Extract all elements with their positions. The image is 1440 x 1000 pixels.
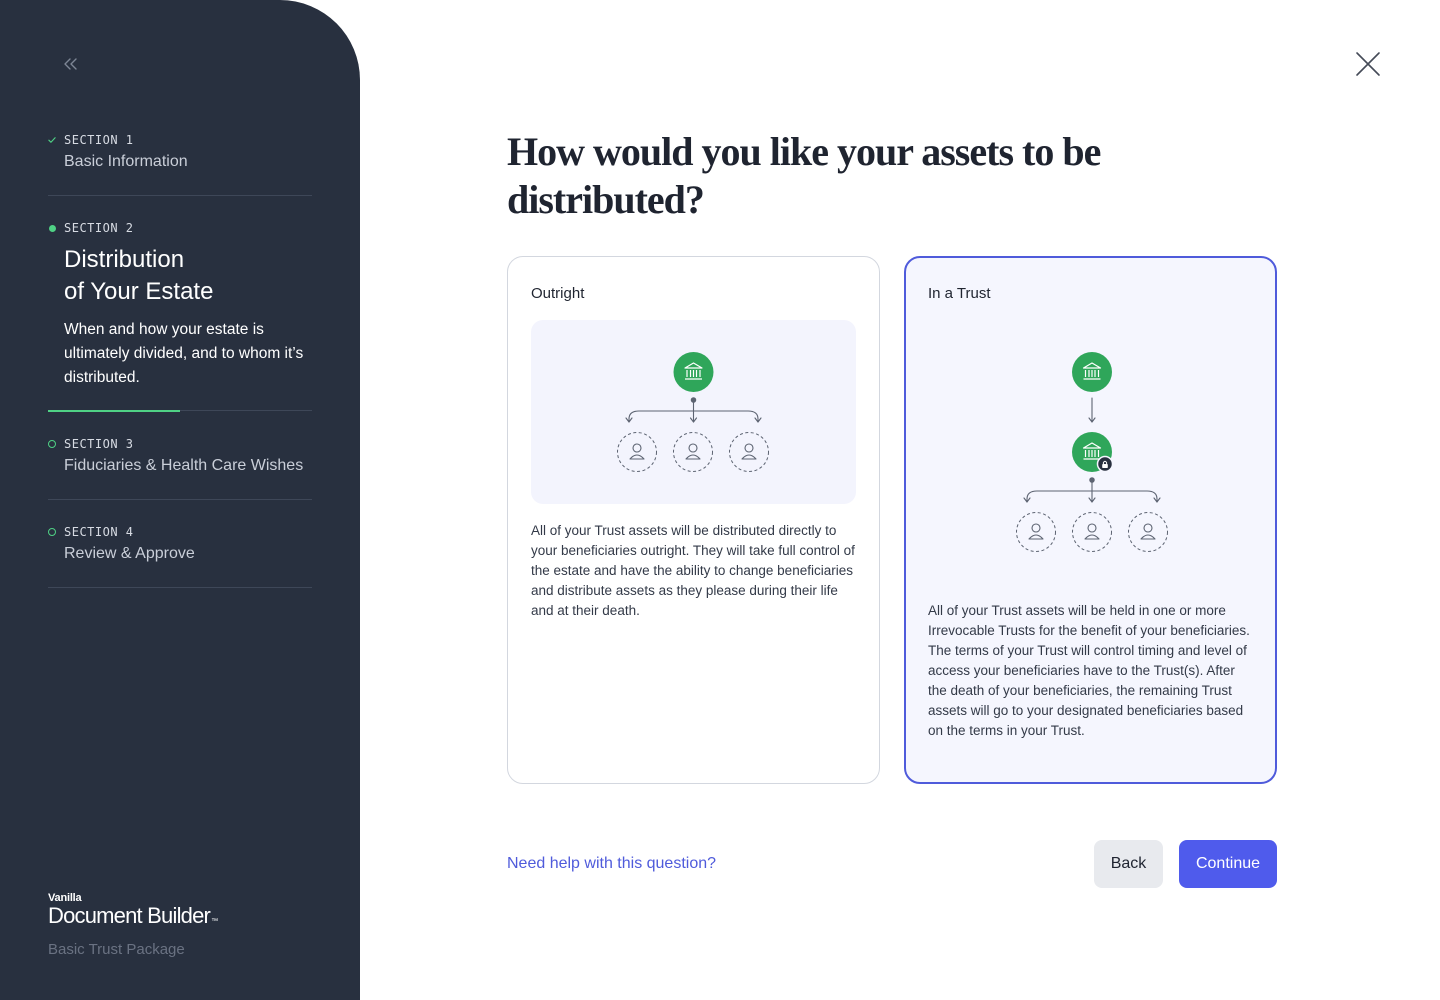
sidebar-section-3[interactable]: SECTION 3 Fiduciaries & Health Care Wish… — [48, 436, 312, 476]
sidebar: SECTION 1 Basic Information SECTION 2 Di… — [0, 0, 360, 1000]
brand-trademark: ™ — [211, 918, 218, 925]
double-chevron-left-icon[interactable] — [60, 54, 84, 74]
pending-ring-icon — [48, 528, 56, 536]
continue-button[interactable]: Continue — [1179, 840, 1277, 888]
divider — [48, 587, 312, 588]
section-title: Review & Approve — [64, 545, 195, 562]
sidebar-section-2[interactable]: SECTION 2 Distribution of Your Estate Wh… — [48, 220, 312, 390]
brand-logo: Vanilla Document Builder™ Basic Trust Pa… — [48, 892, 218, 958]
check-icon — [48, 137, 56, 143]
person-icon — [1128, 512, 1168, 552]
person-icon — [673, 432, 713, 472]
option-description: All of your Trust assets will be distrib… — [531, 523, 855, 618]
section-label: SECTION 2 — [64, 221, 134, 235]
option-title: In a Trust — [928, 285, 991, 302]
option-title: Outright — [531, 285, 585, 302]
active-dot-icon — [48, 224, 56, 232]
pending-ring-icon — [48, 440, 56, 448]
section-title: Basic Information — [64, 153, 188, 170]
brand-package: Basic Trust Package — [48, 941, 185, 958]
sidebar-section-4[interactable]: SECTION 4 Review & Approve — [48, 524, 312, 564]
section-label: SECTION 4 — [64, 525, 134, 539]
divider — [48, 499, 312, 500]
bank-icon — [673, 352, 714, 392]
option-description: All of your Trust assets will be held in… — [928, 603, 1250, 738]
section-label: SECTION 3 — [64, 437, 134, 451]
section-label: SECTION 1 — [64, 133, 134, 147]
option-card-in-a-trust[interactable]: In a Trust All of your Trust assets will… — [904, 256, 1277, 784]
person-icon — [1072, 512, 1112, 552]
section-title: Fiduciaries & Health Care Wishes — [64, 457, 304, 474]
person-icon — [729, 432, 769, 472]
sidebar-section-1[interactable]: SECTION 1 Basic Information — [48, 132, 312, 172]
help-link[interactable]: Need help with this question? — [507, 855, 716, 873]
lock-icon — [1096, 455, 1114, 473]
section-progress-bar — [48, 410, 180, 412]
bank-icon — [1072, 352, 1112, 392]
option-card-outright[interactable]: Outright All of your Trust assets will b… — [507, 256, 880, 784]
person-icon — [617, 432, 657, 472]
close-icon[interactable] — [1354, 50, 1382, 78]
section-title: Distribution of Your Estate — [64, 246, 214, 305]
divider — [48, 195, 312, 196]
outright-illustration — [531, 320, 856, 504]
back-button[interactable]: Back — [1094, 840, 1163, 888]
section-description: When and how your estate is ultimately d… — [64, 321, 304, 386]
trust-illustration — [928, 320, 1253, 580]
brand-product: Document Builder — [48, 903, 211, 928]
question-heading: How would you like your assets to be dis… — [507, 129, 1101, 222]
person-icon — [1016, 512, 1056, 552]
